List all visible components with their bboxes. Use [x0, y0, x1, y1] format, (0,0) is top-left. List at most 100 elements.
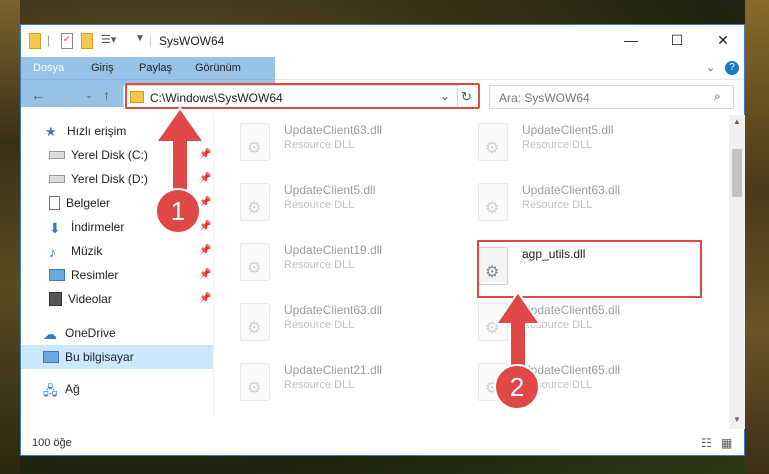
file-name: UpdateClient63.dll [284, 303, 383, 317]
arrow-up-annotation-2 [494, 290, 542, 369]
dll-file-icon: ⚙ [240, 303, 270, 341]
step-2-badge: 2 [494, 364, 540, 410]
pin-icon[interactable]: 📌 [199, 245, 211, 256]
close-button[interactable]: ✕ [700, 25, 746, 55]
back-icon[interactable]: ← [31, 87, 45, 103]
dll-file-icon: ⚙ [240, 363, 270, 401]
file-item[interactable]: ⚙ UpdateClient21.dll Resource DLL [234, 355, 464, 405]
large-icons-view-icon[interactable]: ▦ [721, 436, 732, 450]
download-icon: ⬇ [49, 220, 61, 236]
pin-icon[interactable]: 📌 [199, 269, 211, 280]
file-type: Resource DLL [284, 199, 355, 211]
scroll-down-icon[interactable]: ▼ [733, 415, 741, 424]
nav-label: Bu bilgisayar [65, 350, 134, 364]
dll-file-icon: ⚙ [478, 123, 508, 161]
separator: | [47, 33, 51, 47]
music-icon: ♪ [49, 244, 56, 260]
nav-label: Hızlı erişim [67, 124, 127, 138]
network-icon: 🖧 [43, 383, 58, 398]
nav-label: Ağ [65, 382, 80, 396]
pin-icon[interactable]: 📌 [199, 293, 211, 304]
separator: | [149, 33, 153, 47]
file-name: UpdateClient63.dll [284, 123, 383, 137]
forward-icon[interactable]: → [59, 87, 73, 103]
nav-label: OneDrive [65, 326, 116, 340]
nav-item-network[interactable]: 🖧 Ağ [21, 377, 235, 401]
search-placeholder: Ara: SysWOW64 [499, 91, 590, 105]
chevron-down-icon[interactable]: ▼ [135, 33, 145, 49]
file-type: Resource DLL [284, 139, 355, 151]
file-item[interactable]: ⚙ UpdateClient63.dll Resource DLL [234, 295, 464, 345]
star-icon: ★ [45, 124, 57, 139]
help-icon[interactable]: ? [725, 61, 739, 75]
cloud-icon: ☁ [43, 326, 57, 342]
details-view-icon[interactable]: ☷ [701, 436, 712, 450]
file-type: Resource DLL [522, 199, 593, 211]
title-bar: | ✓ ☰▾ ▼ | SysWOW64 — ☐ ✕ [21, 25, 744, 57]
search-input[interactable]: Ara: SysWOW64 ⌕ [489, 85, 734, 109]
file-item[interactable]: ⚙ UpdateClient5.dll Resource DLL [472, 115, 702, 165]
file-type: Resource DLL [284, 379, 355, 391]
tab-home[interactable]: Giriş [91, 57, 114, 79]
nav-label: Videolar [68, 292, 112, 306]
up-icon[interactable]: ↑ [103, 87, 110, 103]
recent-chevron-icon[interactable]: ⌄ [85, 90, 93, 101]
vertical-scrollbar[interactable]: ▲ ▼ [729, 115, 745, 429]
dll-file-icon: ⚙ [478, 183, 508, 221]
window-title: SysWOW64 [159, 34, 225, 48]
file-name: UpdateClient5.dll [522, 123, 614, 137]
explorer-window: | ✓ ☰▾ ▼ | SysWOW64 — ☐ ✕ Dosya Giriş Pa… [20, 24, 745, 456]
document-icon [49, 196, 60, 210]
nav-label: İndirmeler [71, 220, 125, 234]
file-name: UpdateClient21.dll [284, 363, 383, 377]
drive-icon [49, 151, 65, 159]
minimize-button[interactable]: — [608, 25, 654, 55]
file-type: Resource DLL [284, 259, 355, 271]
file-item[interactable]: ⚙ UpdateClient63.dll Resource DLL [472, 175, 702, 225]
search-icon[interactable]: ⌕ [714, 89, 721, 104]
file-name: UpdateClient5.dll [284, 183, 376, 197]
ribbon-expand-icon[interactable]: ⌄ [706, 57, 715, 79]
nav-label: Belgeler [66, 196, 111, 210]
picture-icon [49, 269, 65, 281]
nav-label: Müzik [71, 244, 103, 258]
drive-icon [49, 175, 65, 183]
nav-item-music[interactable]: ♪ Müzik 📌 [21, 239, 241, 263]
ribbon: Dosya Giriş Paylaş Görünüm ⌄ ? [21, 57, 744, 107]
customize-toolbar-icon[interactable]: ☰▾ [101, 33, 116, 49]
nav-item-onedrive[interactable]: ☁ OneDrive [21, 321, 235, 345]
step-1-badge: 1 [155, 188, 201, 234]
file-name: UpdateClient19.dll [284, 243, 383, 257]
properties-icon[interactable]: ✓ [61, 33, 73, 49]
pin-icon[interactable]: 📌 [199, 221, 211, 232]
nav-item-downloads[interactable]: ⬇ İndirmeler 📌 [21, 215, 241, 239]
tab-share[interactable]: Paylaş [139, 57, 172, 79]
dll-file-icon: ⚙ [240, 243, 270, 281]
scroll-up-icon[interactable]: ▲ [733, 117, 741, 126]
file-name: UpdateClient63.dll [522, 183, 621, 197]
nav-label: Yerel Disk (D:) [71, 172, 148, 186]
file-item[interactable]: ⚙ UpdateClient19.dll Resource DLL [234, 235, 464, 285]
nav-item-this-pc[interactable]: Bu bilgisayar [21, 345, 213, 369]
file-type: Resource DLL [284, 319, 355, 331]
status-bar: 100 öğe ☷ ▦ [21, 431, 744, 455]
item-count: 100 öğe [32, 437, 72, 449]
nav-label: Resimler [71, 268, 119, 282]
nav-item-videos[interactable]: Videolar 📌 [21, 287, 241, 311]
file-item[interactable]: ⚙ UpdateClient5.dll Resource DLL [234, 175, 464, 225]
desktop-background-left [0, 0, 20, 474]
dll-file-icon: ⚙ [240, 123, 270, 161]
nav-item-pictures[interactable]: Resimler 📌 [21, 263, 241, 287]
file-type: Resource DLL [522, 139, 593, 151]
video-icon [49, 292, 62, 306]
new-folder-icon[interactable] [81, 33, 93, 49]
dll-file-icon: ⚙ [240, 183, 270, 221]
folder-icon [29, 33, 41, 49]
nav-label: Yerel Disk (C:) [71, 148, 148, 162]
computer-icon [43, 351, 59, 363]
tab-view[interactable]: Görünüm [195, 57, 241, 79]
desktop-background-right [745, 0, 769, 474]
file-item[interactable]: ⚙ UpdateClient63.dll Resource DLL [234, 115, 464, 165]
maximize-button[interactable]: ☐ [654, 25, 700, 55]
scrollbar-thumb[interactable] [732, 149, 742, 197]
